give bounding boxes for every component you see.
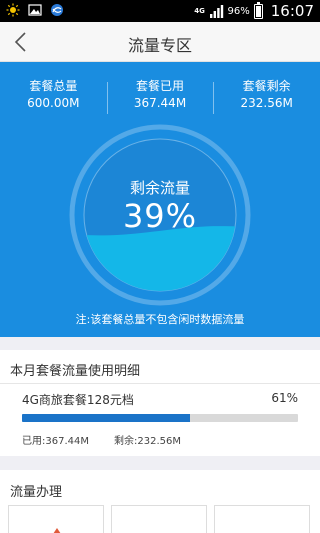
signal-icon (209, 4, 223, 18)
used-amount: 已用:367.44M (22, 436, 89, 447)
remaining-stat: 套餐剩余 232.56M (213, 78, 320, 118)
used-label: 套餐已用 (136, 79, 185, 93)
usage-progress-fill (22, 414, 191, 422)
battery-icon (253, 1, 263, 19)
gauge-percent: 39% (122, 197, 198, 235)
china-mobile-icon (51, 4, 63, 16)
usage-progress-bar (22, 414, 298, 422)
weather-sun-icon (6, 3, 20, 17)
monthly-detail-card: 本月套餐流量使用明细 4G商旅套餐128元档 61% 已用:367.44M 剩余… (0, 350, 320, 456)
status-bar-notifications (6, 3, 64, 17)
battery-percent: 96% (227, 5, 250, 17)
status-bar-system: 4G 96% 16:07 (194, 1, 314, 20)
usage-summary: 套餐总量 600.00M 套餐已用 367.44M 套餐剩余 232.56M (0, 78, 320, 118)
handling-tile[interactable] (8, 505, 104, 533)
plan-percent: 61% (271, 391, 298, 405)
total-label: 套餐总量 (29, 79, 78, 93)
remaining-label: 套餐剩余 (242, 79, 291, 93)
total-stat: 套餐总量 600.00M (0, 78, 107, 118)
network-type: 4G (194, 6, 205, 15)
used-stat: 套餐已用 367.44M (106, 78, 214, 118)
gauge-label: 剩余流量 (129, 179, 190, 197)
remaining-amount: 剩余:232.56M (114, 436, 181, 447)
detail-title: 本月套餐流量使用明细 (10, 364, 141, 379)
total-value: 600.00M (27, 96, 80, 110)
handling-tile[interactable] (214, 505, 310, 533)
usage-note: 注:该套餐总量不包含闲时数据流量 (75, 313, 245, 326)
handling-title: 流量办理 (10, 485, 63, 500)
offer-icon (53, 528, 61, 533)
status-bar: 4G 96% 16:07 (0, 0, 320, 22)
handling-tile[interactable] (111, 505, 207, 533)
usage-panel: 套餐总量 600.00M 套餐已用 367.44M 套餐剩余 232.56M 剩… (0, 62, 320, 337)
clock: 16:07 (270, 2, 314, 20)
flow-handling-section: 流量办理 (0, 470, 320, 533)
gauge-wave-fill (84, 226, 236, 291)
page-title: 流量专区 (127, 36, 192, 55)
used-value: 367.44M (133, 96, 187, 110)
remaining-value: 232.56M (240, 96, 293, 110)
title-bar: 流量专区 (0, 22, 320, 62)
divider (0, 383, 320, 384)
image-notification-icon (28, 4, 42, 16)
handling-tiles (8, 505, 312, 533)
plan-name: 4G商旅套餐128元档 (22, 393, 134, 407)
